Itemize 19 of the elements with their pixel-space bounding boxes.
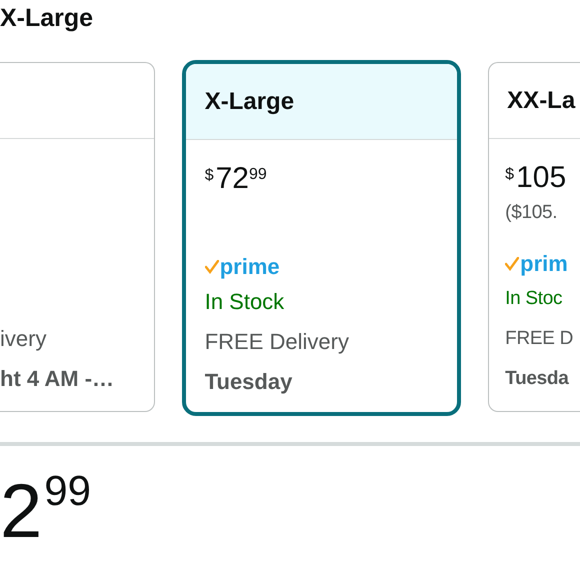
delivery-label: FREE Delivery	[204, 328, 350, 356]
unit-price: ($105.	[505, 201, 558, 225]
delivery-date: Tuesda	[505, 367, 570, 391]
price: $105	[505, 163, 568, 193]
delivery-date: Tuesday	[204, 368, 294, 396]
size-name: XX-La	[507, 86, 576, 114]
prime-label: prime	[220, 254, 280, 280]
selected-size-label: X-Large	[0, 3, 94, 34]
size-option-card[interactable]: ivery ht 4 AM -…	[0, 62, 155, 412]
stock-status: In Stoc	[505, 287, 564, 311]
prime-label: prim	[520, 251, 568, 277]
delivery-label: FREE D	[505, 327, 574, 351]
stock-status: In Stock	[204, 288, 286, 316]
size-option-card[interactable]: XX-La $105 ($105. prim In Stoc FREE D Tuesda	[488, 62, 580, 412]
delivery-date: ht 4 AM -…	[0, 365, 116, 393]
size-name: X-Large	[204, 88, 294, 116]
delivery-label: ivery	[0, 325, 48, 353]
check-icon	[204, 260, 219, 274]
check-icon	[505, 257, 520, 271]
